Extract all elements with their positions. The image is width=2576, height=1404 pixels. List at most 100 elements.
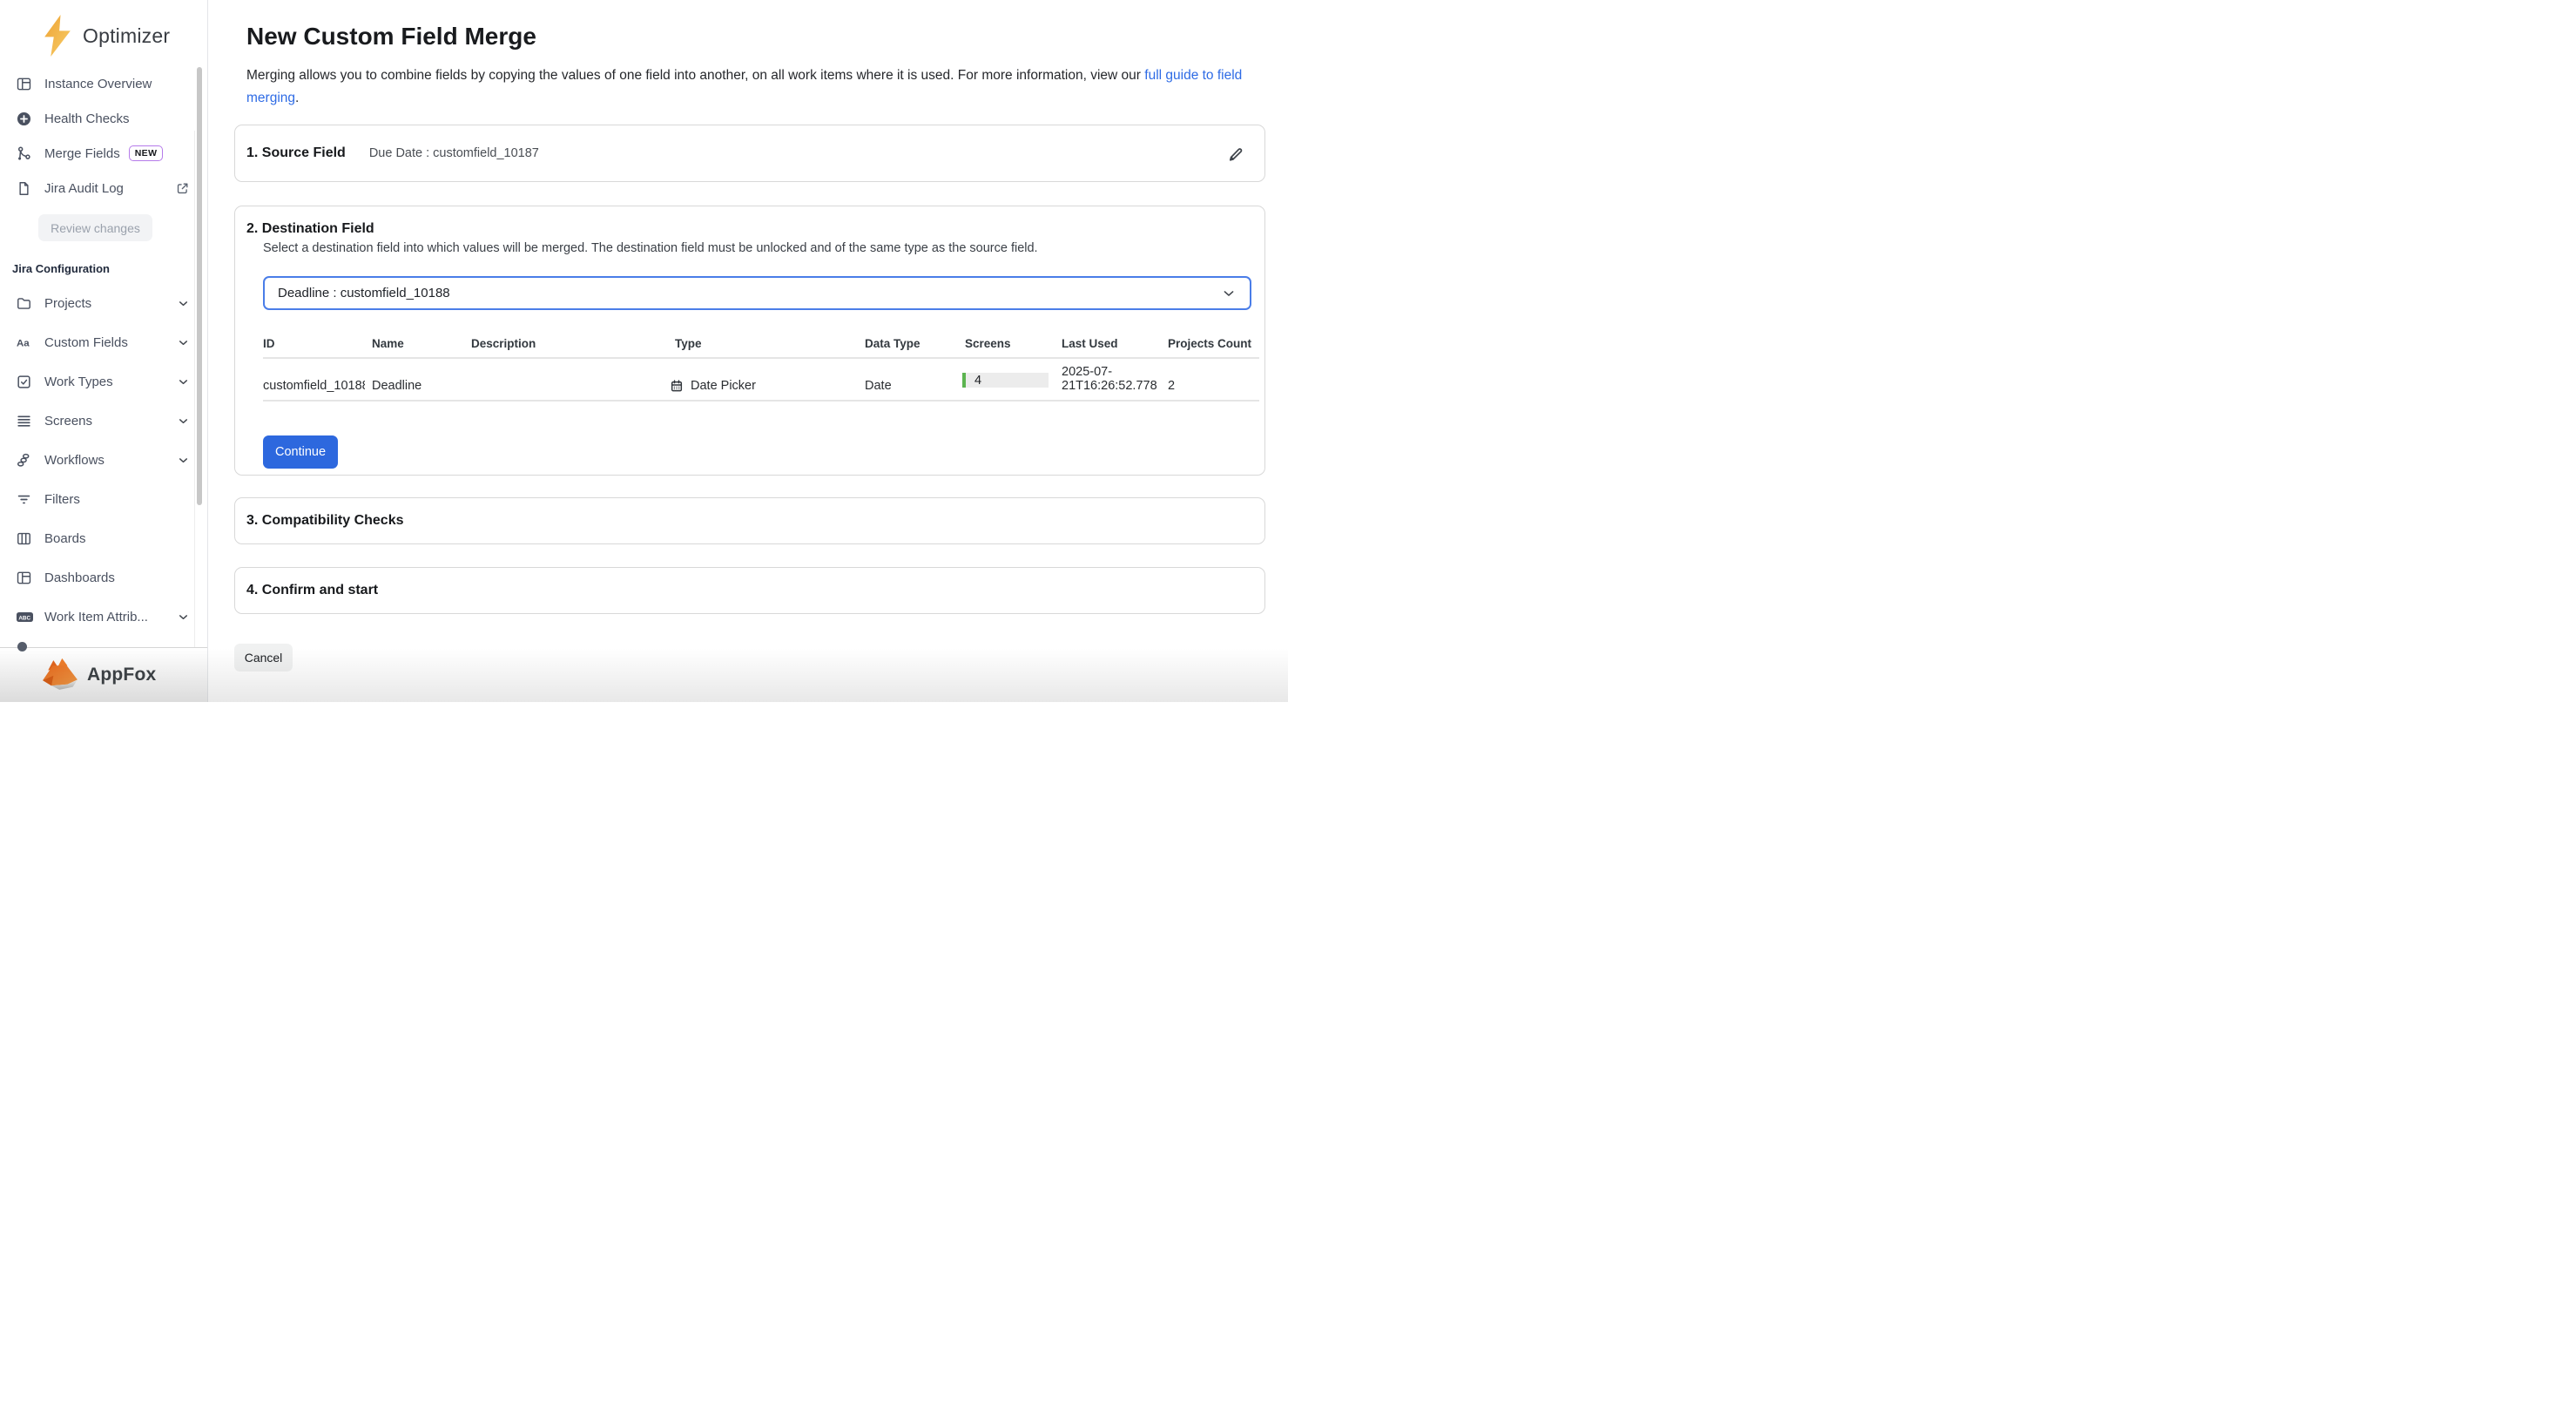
- col-header-type: Type: [675, 337, 702, 350]
- workflow-chain-icon: [16, 452, 32, 469]
- app-title: Optimizer: [83, 24, 170, 48]
- edit-source-field-button[interactable]: [1226, 145, 1245, 164]
- row-cell-type-label: Date Picker: [691, 379, 756, 393]
- sidebar-primary-nav: Instance Overview Health Checks: [0, 66, 207, 206]
- chevron-down-icon: [177, 454, 190, 467]
- new-badge: NEW: [129, 145, 164, 161]
- layout-panels-icon: [16, 76, 32, 92]
- table-row-divider: [263, 400, 1259, 402]
- col-header-screens: Screens: [965, 337, 1011, 350]
- folder-icon: [16, 295, 32, 312]
- sidebar-item-label: Health Checks: [44, 111, 130, 126]
- svg-text:Aa: Aa: [17, 338, 30, 348]
- sidebar-item-label: Dashboards: [44, 570, 115, 585]
- filter-icon: [16, 491, 32, 508]
- sidebar-item-workflows[interactable]: Workflows: [0, 441, 207, 480]
- sidebar-item-dashboards[interactable]: Dashboards: [0, 558, 207, 597]
- list-lines-icon: [16, 413, 32, 429]
- sidebar-item-label: Work Types: [44, 375, 113, 389]
- intro-text: Merging allows you to combine fields by …: [246, 68, 1144, 83]
- col-header-name: Name: [372, 337, 404, 350]
- col-header-id: ID: [263, 337, 275, 350]
- document-icon: [16, 180, 32, 197]
- review-changes-button[interactable]: Review changes: [38, 214, 152, 241]
- row-cell-data-type: Date: [865, 379, 892, 393]
- cancel-button[interactable]: Cancel: [234, 644, 293, 672]
- sidebar-item-label: Boards: [44, 531, 86, 546]
- intro-paragraph: Merging allows you to combine fields by …: [246, 64, 1271, 109]
- chevron-down-icon: [1220, 285, 1237, 302]
- destination-field-select[interactable]: Deadline : customfield_10188: [263, 276, 1251, 310]
- sidebar-item-jira-audit-log[interactable]: Jira Audit Log: [0, 171, 207, 206]
- sidebar-item-label: Jira Audit Log: [44, 181, 124, 196]
- sidebar-item-work-item-attributes[interactable]: ABC Work Item Attrib...: [0, 597, 207, 637]
- sidebar-item-custom-fields[interactable]: Aa Custom Fields: [0, 323, 207, 362]
- sidebar-item-work-types[interactable]: Work Types: [0, 362, 207, 402]
- sidebar: Optimizer Instance Overview: [0, 0, 208, 702]
- row-cell-type: Date Picker: [670, 379, 756, 393]
- destination-field-description: Select a destination field into which va…: [263, 241, 1038, 255]
- destination-field-card: 2. Destination Field Select a destinatio…: [234, 206, 1265, 476]
- col-header-last-used: Last Used: [1062, 337, 1118, 350]
- chevron-down-icon: [177, 297, 190, 310]
- main-content: New Custom Field Merge Merging allows yo…: [208, 0, 1288, 702]
- chevron-down-icon: [177, 375, 190, 388]
- appfox-footer: AppFox: [0, 647, 207, 702]
- sidebar-item-label: Instance Overview: [44, 77, 152, 91]
- sidebar-item-label: Work Item Attrib...: [44, 610, 148, 624]
- sidebar-item-label: Filters: [44, 492, 80, 507]
- page-title: New Custom Field Merge: [246, 23, 536, 51]
- destination-field-heading: 2. Destination Field: [246, 221, 374, 237]
- screens-count-badge: 4: [962, 373, 1049, 388]
- appfox-fox-icon: [40, 658, 80, 692]
- merge-icon: [16, 145, 32, 162]
- sidebar-item-merge-fields[interactable]: Merge Fields NEW: [0, 136, 207, 171]
- compatibility-checks-heading: 3. Compatibility Checks: [246, 513, 404, 529]
- row-cell-name: Deadline: [372, 379, 421, 393]
- sidebar-scrollbar-track: [194, 131, 195, 647]
- col-header-data-type: Data Type: [865, 337, 920, 350]
- destination-field-select-value: Deadline : customfield_10188: [278, 286, 450, 300]
- abc-badge-icon: ABC: [16, 609, 34, 625]
- screens-green-bar: [962, 373, 966, 388]
- plus-circle-icon: [16, 111, 32, 127]
- sidebar-item-label: Screens: [44, 414, 92, 429]
- sidebar-item-label: Merge Fields: [44, 146, 120, 161]
- confirm-and-start-heading: 4. Confirm and start: [246, 583, 378, 598]
- app-window: Optimizer Instance Overview: [0, 0, 1288, 702]
- source-field-heading: 1. Source Field: [246, 145, 346, 161]
- checkbox-icon: [16, 374, 32, 390]
- external-link-icon: [175, 181, 190, 196]
- clipped-nav-icon: [17, 642, 27, 651]
- text-aa-icon: Aa: [16, 334, 34, 351]
- sidebar-item-projects[interactable]: Projects: [0, 284, 207, 323]
- row-cell-last-used: 2025-07-21T16:26:52.778: [1062, 366, 1159, 395]
- app-logo: Optimizer: [0, 0, 207, 66]
- table-header-divider: [263, 357, 1259, 359]
- sidebar-item-filters[interactable]: Filters: [0, 480, 207, 519]
- jira-configuration-section-label: Jira Configuration: [12, 262, 207, 275]
- intro-text-end: .: [295, 91, 299, 105]
- compatibility-checks-card: 3. Compatibility Checks: [234, 497, 1265, 544]
- sidebar-item-label: Workflows: [44, 453, 105, 468]
- layout-panels-icon: [16, 570, 32, 586]
- row-cell-projects-count: 2: [1168, 379, 1175, 393]
- confirm-and-start-card: 4. Confirm and start: [234, 567, 1265, 614]
- sidebar-item-health-checks[interactable]: Health Checks: [0, 101, 207, 136]
- col-header-projects-count: Projects Count: [1168, 337, 1251, 350]
- pencil-icon: [1226, 145, 1245, 164]
- screens-count-value: 4: [974, 374, 981, 388]
- svg-text:ABC: ABC: [18, 615, 30, 621]
- sidebar-scrollbar-thumb[interactable]: [197, 67, 202, 505]
- sidebar-item-label: Custom Fields: [44, 335, 128, 350]
- col-header-description: Description: [471, 337, 536, 350]
- lightning-bolt-icon: [43, 15, 72, 57]
- columns-icon: [16, 530, 32, 547]
- continue-button[interactable]: Continue: [263, 435, 338, 469]
- source-field-value: Due Date : customfield_10187: [369, 146, 539, 160]
- sidebar-item-boards[interactable]: Boards: [0, 519, 207, 558]
- sidebar-item-instance-overview[interactable]: Instance Overview: [0, 66, 207, 101]
- sidebar-item-screens[interactable]: Screens: [0, 402, 207, 441]
- sidebar-config-nav: Projects Aa Custom Fields: [0, 284, 207, 637]
- calendar-icon: [670, 379, 684, 393]
